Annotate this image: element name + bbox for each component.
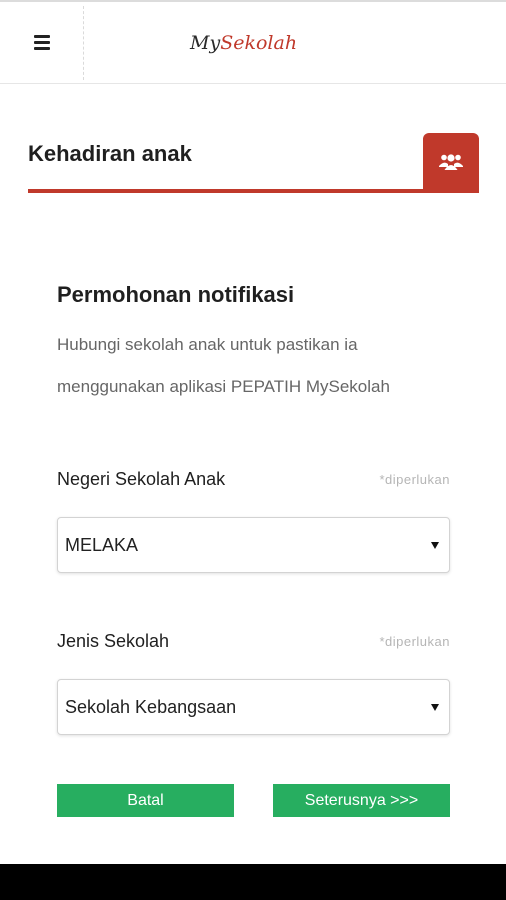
section-underline	[28, 189, 479, 193]
app-logo: MySekolah	[190, 28, 297, 58]
state-select[interactable]: MELAKA	[57, 517, 450, 573]
header-divider	[83, 6, 84, 80]
school-type-select-value: Sekolah Kebangsaan	[65, 697, 237, 717]
school-type-select[interactable]: Sekolah Kebangsaan	[57, 679, 450, 735]
dropdown-arrow-icon	[431, 704, 439, 711]
system-navigation-bar	[0, 864, 506, 900]
form-description-line-2: menggunakan aplikasi PEPATIH MySekolah	[57, 377, 390, 396]
dropdown-arrow-icon	[431, 542, 439, 549]
users-group-icon	[423, 133, 479, 191]
logo-text-my: My	[190, 32, 221, 54]
form-title: Permohonan notifikasi	[57, 282, 295, 307]
section-title: Kehadiran anak	[28, 141, 192, 166]
hamburger-menu-icon[interactable]	[28, 28, 56, 56]
school-type-required-note: *diperlukan	[379, 634, 450, 649]
next-button[interactable]: Seterusnya >>>	[273, 784, 450, 817]
state-select-value: MELAKA	[65, 535, 139, 555]
logo-text-sekolah: Sekolah	[220, 32, 298, 54]
form-description-line-1: Hubungi sekolah anak untuk pastikan ia	[57, 335, 358, 354]
header-top-edge	[0, 0, 506, 2]
section-header: Kehadiran anak	[28, 133, 479, 195]
state-field-label: Negeri Sekolah Anak	[57, 469, 226, 489]
cancel-button[interactable]: Batal	[57, 784, 234, 817]
app-header: MySekolah	[0, 0, 506, 84]
state-required-note: *diperlukan	[379, 472, 450, 487]
school-type-field-label: Jenis Sekolah	[57, 631, 170, 651]
